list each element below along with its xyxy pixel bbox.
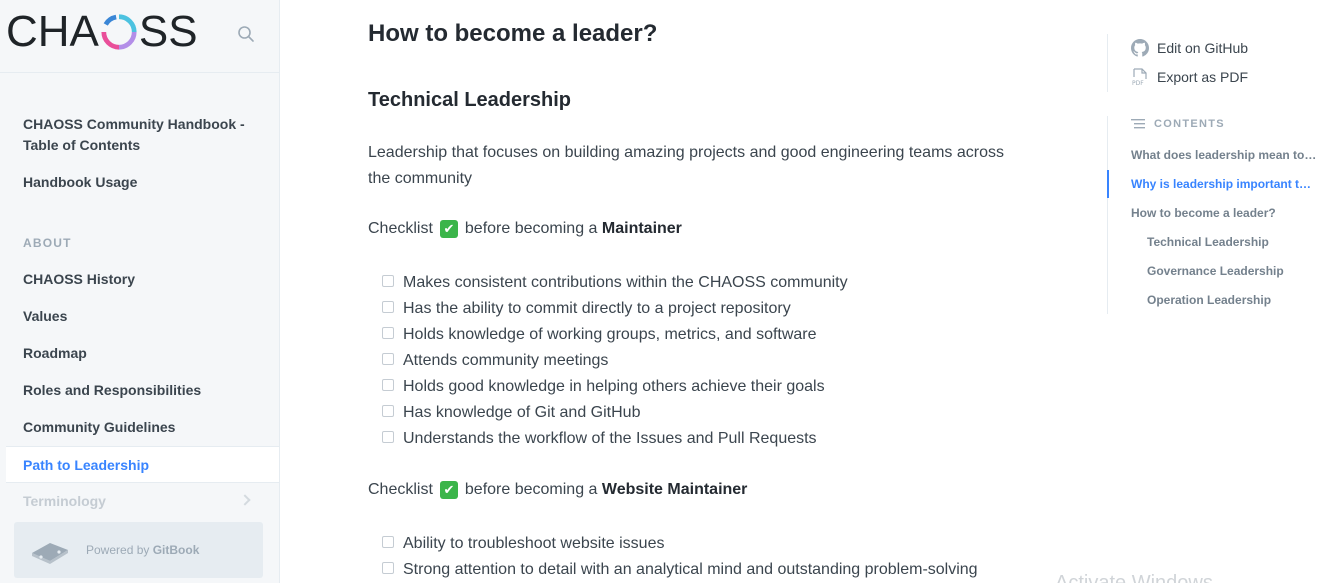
sidebar: CHA SS CHAOSS Community Handbook - Table… (0, 0, 280, 583)
task-label: Makes consistent contributions within th… (403, 274, 848, 291)
gitbook-icon (32, 543, 68, 564)
task-checkbox[interactable] (382, 300, 394, 313)
task-checkbox[interactable] (382, 535, 394, 548)
sidebar-item-community-guidelines[interactable]: Community Guidelines (0, 409, 279, 446)
export-pdf-link[interactable]: PDF Export as PDF (1131, 68, 1248, 86)
checklist-target: Website Maintainer (601, 481, 748, 498)
task-label: Has the ability to commit directly to a … (403, 300, 791, 317)
task-label: Holds good knowledge in helping others a… (403, 378, 825, 395)
sidebar-divider (0, 72, 279, 73)
contents-header: CONTENTS (1131, 118, 1225, 130)
task-label: Holds knowledge of working groups, metri… (403, 326, 817, 343)
list-icon (1131, 119, 1145, 129)
sidebar-item-values[interactable]: Values (0, 298, 279, 335)
export-pdf-label: Export as PDF (1157, 69, 1249, 85)
pdf-file-icon: PDF (1132, 68, 1147, 86)
sidebar-item-chaoss-history[interactable]: CHAOSS History (0, 261, 279, 298)
toc-active-indicator (1107, 170, 1109, 198)
section-heading: Technical Leadership (368, 89, 572, 111)
toc-item-technical-leadership[interactable]: Technical Leadership (1147, 235, 1323, 249)
checklist-middle: before becoming a (464, 481, 598, 498)
task-item: Makes consistent contributions within th… (382, 270, 848, 296)
github-icon (1131, 39, 1149, 57)
chaoss-logo[interactable]: CHA SS (6, 10, 198, 54)
task-checkbox[interactable] (382, 404, 394, 417)
checklist-prefix: Checklist (368, 220, 433, 237)
sidebar-item-handbook-usage[interactable]: Handbook Usage (0, 172, 161, 193)
sidebar-section-about: ABOUT (23, 236, 72, 250)
task-checkbox[interactable] (382, 352, 394, 365)
task-label: Attends community meetings (403, 352, 609, 369)
sidebar-item-terminology-row[interactable]: Terminology (0, 483, 279, 520)
task-item: Strong attention to detail with an analy… (382, 557, 978, 583)
checklist-heading-website-maintainer: Checklist ✔ before becoming a Website Ma… (368, 481, 747, 499)
toc-item-operation-leadership[interactable]: Operation Leadership (1147, 293, 1323, 307)
toc-item-governance-leadership[interactable]: Governance Leadership (1147, 264, 1323, 278)
task-checkbox[interactable] (382, 326, 394, 339)
logo-wordmark: CHA SS (6, 10, 198, 54)
contents-title: CONTENTS (1154, 118, 1225, 130)
task-checkbox[interactable] (382, 378, 394, 391)
intro-paragraph: Leadership that focuses on building amaz… (368, 144, 1004, 187)
task-list-website-maintainer: Ability to troubleshoot website issues S… (382, 531, 978, 583)
sidebar-item-path-to-leadership[interactable]: Path to Leadership (6, 446, 279, 483)
logo-text-right: SS (138, 7, 198, 56)
task-label: Understands the workflow of the Issues a… (403, 430, 817, 447)
sidebar-item-terminology: Terminology (23, 493, 106, 509)
powered-prefix: Powered by (86, 543, 153, 557)
task-item: Ability to troubleshoot website issues (382, 531, 978, 557)
task-item: Has the ability to commit directly to a … (382, 296, 848, 322)
search-icon[interactable] (236, 24, 256, 44)
task-item: Holds good knowledge in helping others a… (382, 374, 848, 400)
actions-border (1107, 34, 1108, 92)
logo-ring-icon (101, 14, 137, 50)
task-list-maintainer: Makes consistent contributions within th… (382, 270, 848, 452)
task-checkbox[interactable] (382, 561, 394, 574)
powered-text: Powered by GitBook (86, 543, 199, 557)
activate-windows-watermark: Activate Windows (1055, 572, 1213, 583)
chevron-right-icon[interactable] (239, 494, 251, 506)
checklist-middle: before becoming a (464, 220, 598, 237)
task-label: Has knowledge of Git and GitHub (403, 404, 641, 421)
sidebar-item-table-of-contents[interactable]: CHAOSS Community Handbook - Table of Con… (0, 114, 279, 156)
checklist-target: Maintainer (601, 220, 682, 237)
task-item: Has knowledge of Git and GitHub (382, 400, 848, 426)
check-mark-icon: ✔ (439, 220, 458, 238)
checklist-prefix: Checklist (368, 481, 433, 498)
edit-on-github-link[interactable]: Edit on GitHub (1131, 39, 1248, 57)
page-heading: How to become a leader? (368, 20, 658, 47)
task-item: Understands the workflow of the Issues a… (382, 426, 848, 452)
check-mark-icon: ✔ (439, 481, 458, 499)
sidebar-item-roles[interactable]: Roles and Responsibilities (0, 372, 279, 409)
logo-text-left: CHA (6, 7, 99, 56)
task-label: Strong attention to detail with an analy… (403, 561, 978, 578)
checklist-heading-maintainer: Checklist ✔ before becoming a Maintainer (368, 220, 682, 238)
task-checkbox[interactable] (382, 430, 394, 443)
toc-item-what-does-leadership-mean[interactable]: What does leadership mean to t... (1131, 148, 1317, 162)
powered-by-gitbook[interactable]: Powered by GitBook (14, 522, 263, 578)
task-item: Holds knowledge of working groups, metri… (382, 322, 848, 348)
powered-brand: GitBook (152, 543, 200, 557)
edit-on-github-label: Edit on GitHub (1157, 40, 1249, 56)
task-checkbox[interactable] (382, 274, 394, 287)
svg-text:PDF: PDF (1132, 80, 1144, 86)
toc-item-why-leadership-important[interactable]: Why is leadership important to u... (1131, 177, 1317, 191)
sidebar-item-roadmap[interactable]: Roadmap (0, 335, 279, 372)
toc-item-how-to-become-leader[interactable]: How to become a leader? (1131, 206, 1317, 220)
task-item: Attends community meetings (382, 348, 848, 374)
task-label: Ability to troubleshoot website issues (403, 535, 665, 552)
contents-border (1107, 116, 1108, 314)
